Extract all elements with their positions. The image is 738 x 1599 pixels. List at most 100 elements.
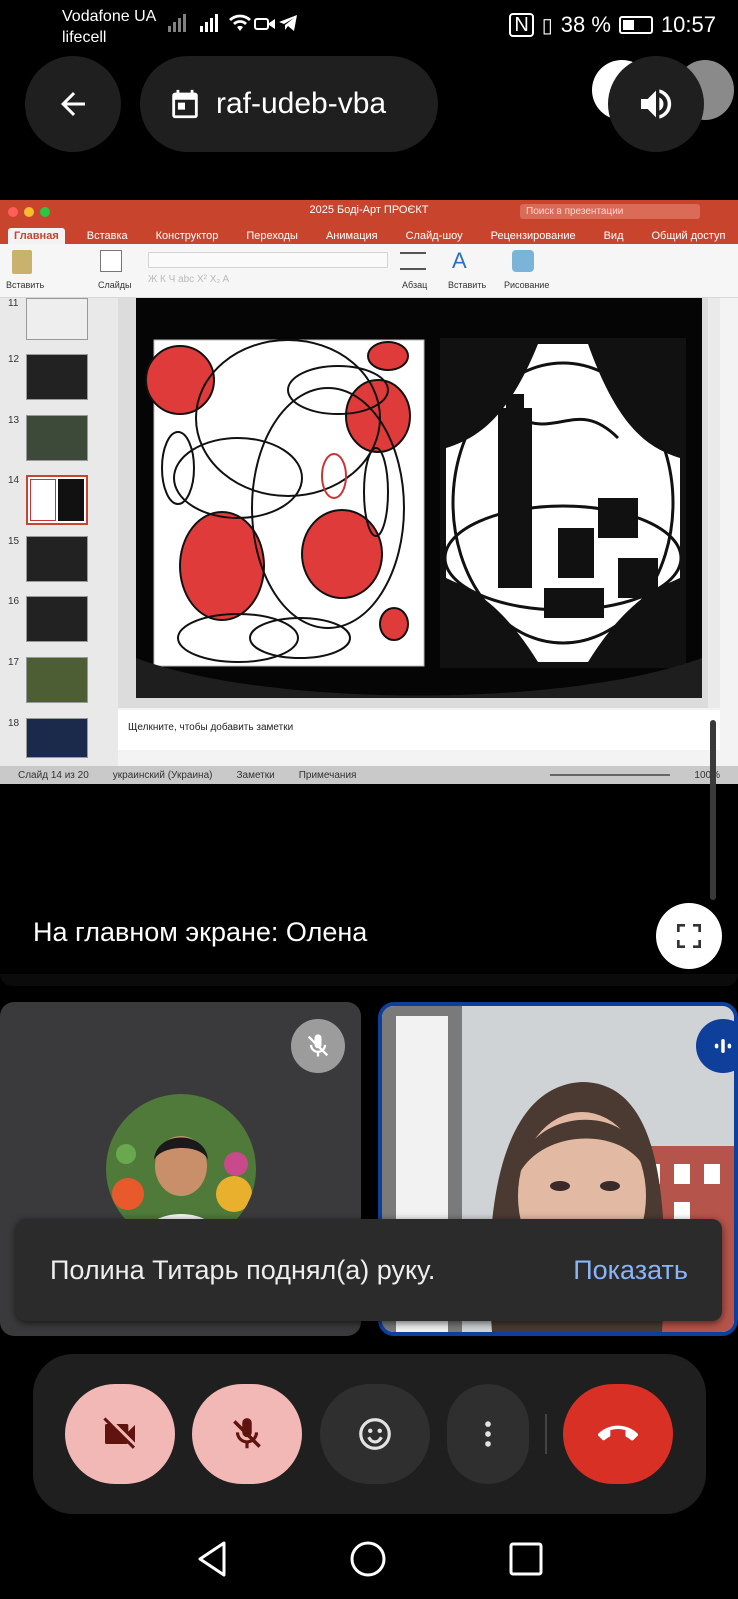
ribbon-paragraph: Абзац bbox=[402, 280, 428, 290]
thumb-number: 15 bbox=[8, 536, 20, 547]
language-indicator: украинский (Украина) bbox=[112, 769, 213, 781]
status-right: N ▯ 38 % 10:57 bbox=[509, 12, 716, 38]
thumb-13 bbox=[26, 415, 88, 461]
slide-thumbnails: 11 12 13 14 15 16 17 18 bbox=[0, 298, 118, 768]
carrier-2: lifecell bbox=[62, 29, 107, 46]
main-area-edge bbox=[0, 974, 738, 986]
thumb-number: 16 bbox=[8, 596, 20, 607]
show-button[interactable]: Показать bbox=[573, 1255, 688, 1286]
slide-canvas bbox=[118, 298, 720, 708]
audio-output-button[interactable] bbox=[608, 56, 704, 152]
notes-area: Щелкните, чтобы добавить заметки bbox=[118, 710, 720, 750]
telegram-icon bbox=[279, 15, 297, 31]
paste-icon bbox=[12, 250, 32, 274]
share-scroll-handle[interactable] bbox=[710, 720, 716, 900]
audio-level-icon bbox=[714, 1039, 732, 1053]
comments-toggle: Примечания bbox=[298, 769, 357, 781]
tab-insert: Вставка bbox=[86, 230, 128, 242]
ppt-statusbar: Слайд 14 из 20 украинский (Украина) Заме… bbox=[0, 766, 738, 784]
more-vert-icon bbox=[485, 1421, 491, 1447]
tab-view: Вид bbox=[603, 230, 624, 242]
nav-home-icon[interactable] bbox=[348, 1539, 388, 1579]
ribbon-insert: Вставить bbox=[448, 280, 487, 290]
ppt-ribbon: Вставить Слайды Ж К Ч abc X² X₂ A Абзац … bbox=[0, 244, 738, 298]
thumb-15 bbox=[26, 536, 88, 582]
reactions-button[interactable] bbox=[320, 1384, 430, 1484]
thumb-17 bbox=[26, 657, 88, 703]
ppt-ribbon-tabs: Главная Вставка Конструктор Переходы Ани… bbox=[0, 224, 738, 244]
carrier-1: Vodafone UA bbox=[62, 8, 157, 25]
nav-recents-icon[interactable] bbox=[506, 1539, 546, 1579]
presenter-label: На главном экране: Олена bbox=[33, 917, 368, 947]
status-bar: Vodafone UA lifecell N ▯ 38 % 10:57 bbox=[0, 0, 738, 50]
thumb-number: 18 bbox=[8, 718, 20, 729]
fullscreen-button[interactable] bbox=[656, 903, 722, 969]
font-box bbox=[148, 252, 388, 268]
videocam-off-icon bbox=[103, 1417, 135, 1449]
tab-home: Главная bbox=[8, 228, 65, 244]
slides-icon bbox=[100, 250, 122, 272]
tab-animation: Анимация bbox=[325, 230, 378, 242]
ppt-search: Поиск в презентации bbox=[520, 204, 700, 219]
shared-screen[interactable]: 2025 Боді-Арт ПРОЄКТ Поиск в презентации… bbox=[0, 200, 738, 784]
tab-review: Рецензирование bbox=[490, 230, 576, 242]
mic-off-icon bbox=[307, 1034, 329, 1057]
clock: 10:57 bbox=[660, 12, 716, 37]
battery-icon bbox=[618, 16, 653, 34]
drawing-icon bbox=[512, 250, 534, 272]
back-button[interactable] bbox=[25, 56, 121, 152]
ppt-titlebar: 2025 Боді-Арт ПРОЄКТ Поиск в презентации bbox=[0, 200, 738, 224]
emoji-icon bbox=[359, 1418, 391, 1450]
call-end-icon bbox=[598, 1425, 638, 1441]
thumb-number: 12 bbox=[8, 354, 20, 365]
thumb-number: 17 bbox=[8, 657, 20, 668]
raise-hand-snackbar: Полина Титарь поднял(а) руку. Показать bbox=[16, 1219, 722, 1321]
nfc-icon: N bbox=[509, 13, 534, 37]
thumb-number: 11 bbox=[8, 298, 19, 309]
ribbon-drawing: Рисование bbox=[504, 280, 550, 290]
snackbar-message: Полина Титарь поднял(а) руку. bbox=[50, 1254, 436, 1285]
font-format-row: Ж К Ч abc X² X₂ A bbox=[148, 274, 230, 285]
thumb-16 bbox=[26, 596, 88, 642]
meeting-info-button[interactable]: raf-udeb-vba bbox=[140, 56, 438, 152]
tab-design: Конструктор bbox=[155, 230, 219, 242]
zoom-level: 100% bbox=[694, 769, 720, 781]
slide-counter: Слайд 14 из 20 bbox=[18, 769, 89, 781]
battery-percent: 38 % bbox=[560, 12, 611, 37]
vibrate-icon: ▯ bbox=[541, 14, 553, 37]
meeting-code: raf-udeb-vba bbox=[216, 87, 387, 120]
more-options-button[interactable] bbox=[447, 1384, 529, 1484]
tab-slideshow: Слайд-шоу bbox=[405, 230, 463, 242]
arrow-back-icon bbox=[61, 92, 85, 116]
fullscreen-icon bbox=[677, 924, 701, 948]
volume-up-icon bbox=[641, 89, 672, 119]
zoom-slider bbox=[550, 774, 671, 776]
thumb-11 bbox=[26, 298, 88, 340]
thumb-12 bbox=[26, 354, 88, 400]
tab-transitions: Переходы bbox=[246, 230, 298, 242]
calendar-icon bbox=[172, 89, 198, 119]
ribbon-paste: Вставить bbox=[6, 280, 45, 290]
insert-text-icon: A bbox=[452, 248, 467, 273]
wifi-icon bbox=[229, 14, 251, 31]
paragraph-icon bbox=[400, 252, 426, 270]
thumb-18 bbox=[26, 718, 88, 758]
leave-call-button[interactable] bbox=[563, 1384, 673, 1484]
nav-back-icon[interactable] bbox=[192, 1539, 232, 1579]
system-nav-bar bbox=[0, 1519, 738, 1599]
canvas-scrollbar[interactable] bbox=[708, 298, 720, 708]
thumb-14-selected bbox=[26, 475, 88, 525]
mic-off-icon bbox=[233, 1418, 261, 1449]
camera-toggle-button[interactable] bbox=[65, 1384, 175, 1484]
signal-icon bbox=[168, 14, 298, 32]
notes-toggle: Заметки bbox=[236, 769, 275, 781]
controls-divider bbox=[545, 1414, 547, 1454]
share-tab: Общий доступ bbox=[651, 230, 726, 242]
mic-off-indicator bbox=[291, 1019, 345, 1073]
video-icon bbox=[254, 18, 275, 30]
mic-toggle-button[interactable] bbox=[192, 1384, 302, 1484]
thumb-number: 13 bbox=[8, 415, 20, 426]
thumb-number: 14 bbox=[8, 475, 20, 486]
ribbon-slides: Слайды bbox=[98, 280, 132, 290]
slide-artwork bbox=[136, 298, 702, 698]
